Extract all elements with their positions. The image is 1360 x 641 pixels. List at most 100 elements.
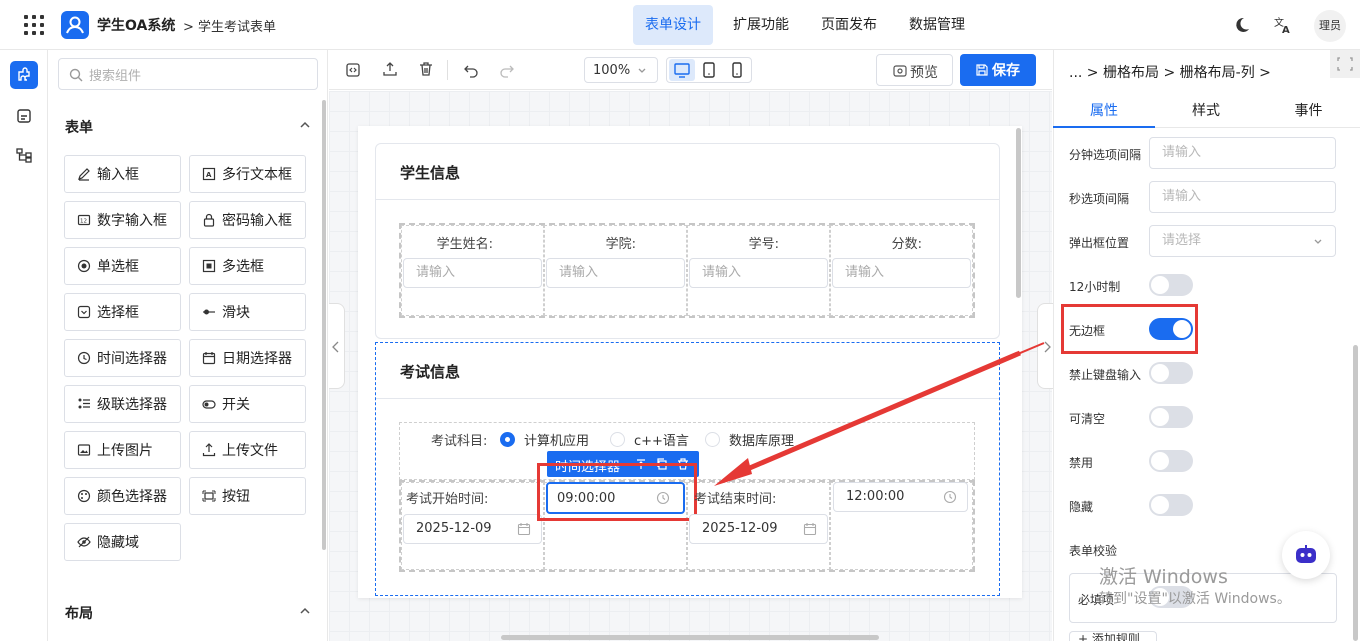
add-rule-button[interactable]: + 添加规则 <box>1069 631 1157 641</box>
property-scrollbar[interactable] <box>1353 345 1358 641</box>
clock-icon <box>656 491 670 505</box>
radio-label: c++语言 <box>634 434 689 449</box>
component-item[interactable]: 单选框 <box>64 247 181 285</box>
translate-icon[interactable]: 文A <box>1273 15 1293 35</box>
start-time-label: 考试开始时间: <box>406 492 489 507</box>
property-switch[interactable] <box>1149 406 1193 428</box>
property-switch[interactable] <box>1149 494 1193 516</box>
component-label: 密码输入框 <box>222 213 292 229</box>
user-avatar[interactable]: 理员 <box>1314 10 1346 42</box>
save-button[interactable]: 保存 <box>960 54 1036 86</box>
textarea-icon: A <box>202 167 216 181</box>
assistant-bot-icon[interactable] <box>1282 531 1330 579</box>
radio-label: 数据库原理 <box>729 434 795 449</box>
dark-mode-moon-icon[interactable] <box>1232 15 1252 35</box>
radio-icon <box>77 259 91 273</box>
component-item[interactable]: 密码输入框 <box>189 201 306 239</box>
mobile-view-icon[interactable] <box>726 59 748 81</box>
minute-step-input[interactable]: 请输入 <box>1149 137 1336 169</box>
component-item[interactable]: A 多行文本框 <box>189 155 306 193</box>
redo-icon[interactable] <box>499 62 515 78</box>
component-item[interactable]: 输入框 <box>64 155 181 193</box>
component-item[interactable]: 选择框 <box>64 293 181 331</box>
collapse-right-panel-button[interactable] <box>1037 303 1053 389</box>
form-section-title: 表单 <box>65 120 93 136</box>
collapse-left-panel-button[interactable] <box>329 303 345 389</box>
component-label: 颜色选择器 <box>97 489 167 505</box>
start-time-picker[interactable]: 09:00:00 <box>546 482 685 514</box>
tablet-view-icon[interactable] <box>698 59 720 81</box>
delete-icon[interactable] <box>418 61 434 77</box>
active-tab-indicator <box>1053 126 1155 128</box>
tab-properties[interactable]: 属性 <box>1053 100 1155 120</box>
collapse-layout-chevron-icon[interactable] <box>298 604 312 618</box>
eye-icon <box>893 65 907 77</box>
nav-form-design[interactable]: 表单设计 <box>633 5 713 45</box>
app-name: 学生OA系统 <box>97 18 176 34</box>
component-item[interactable]: 12 数字输入框 <box>64 201 181 239</box>
component-item[interactable]: 隐藏域 <box>64 523 181 561</box>
nav-page-publish[interactable]: 页面发布 <box>809 5 889 45</box>
field-input[interactable]: 请输入 <box>403 258 542 288</box>
property-breadcrumb[interactable]: ... > 栅格布局 > 栅格布局-列 > <box>1069 62 1271 82</box>
zoom-select[interactable]: 100% <box>584 57 658 83</box>
number-icon: 12 <box>77 214 91 226</box>
field-label: 分数: <box>891 237 922 252</box>
component-item[interactable]: 时间选择器 <box>64 339 181 377</box>
end-time-picker[interactable]: 12:00:00 <box>833 482 968 512</box>
second-step-input[interactable]: 请输入 <box>1149 181 1336 213</box>
apps-grid-icon[interactable] <box>24 15 44 35</box>
component-panel-scrollbar[interactable] <box>322 100 326 550</box>
canvas-horizontal-scrollbar[interactable] <box>501 635 879 640</box>
tab-events[interactable]: 事件 <box>1257 100 1360 120</box>
component-item[interactable]: 级联选择器 <box>64 385 181 423</box>
exam-info-title: 考试信息 <box>400 363 461 381</box>
end-date-picker[interactable]: 2025-12-09 <box>689 514 828 544</box>
subject-radio-option[interactable]: 数据库原理 <box>705 430 794 449</box>
component-item[interactable]: 日期选择器 <box>189 339 306 377</box>
property-switch[interactable] <box>1149 274 1193 296</box>
outline-tree-icon[interactable] <box>10 141 38 169</box>
switch-label: 12小时制 <box>1069 280 1121 294</box>
image-icon <box>77 444 91 456</box>
component-item[interactable]: 按钮 <box>189 477 306 515</box>
desktop-view-icon[interactable] <box>669 59 695 81</box>
start-date-picker[interactable]: 2025-12-09 <box>403 514 542 544</box>
highlight-box-borderless <box>1061 304 1198 354</box>
component-item[interactable]: 上传文件 <box>189 431 306 469</box>
popup-position-select[interactable]: 请选择 <box>1149 225 1336 257</box>
component-label: 数字输入框 <box>97 213 167 229</box>
preview-button[interactable]: 预览 <box>876 54 953 86</box>
component-label: 多行文本框 <box>222 167 292 183</box>
field-input[interactable]: 请输入 <box>689 258 828 288</box>
component-item[interactable]: 开关 <box>189 385 306 423</box>
tab-styles[interactable]: 样式 <box>1155 100 1257 120</box>
code-source-icon[interactable] <box>10 102 38 130</box>
calendar-icon <box>202 352 216 365</box>
radio-label: 计算机应用 <box>524 434 590 449</box>
component-item[interactable]: 上传图片 <box>64 431 181 469</box>
property-switch[interactable] <box>1149 362 1193 384</box>
nav-extensions[interactable]: 扩展功能 <box>721 5 801 45</box>
component-item[interactable]: 多选框 <box>189 247 306 285</box>
component-search-input[interactable]: 搜索组件 <box>58 58 318 90</box>
field-input[interactable]: 请输入 <box>546 258 685 288</box>
nav-data-management[interactable]: 数据管理 <box>897 5 977 45</box>
field-input[interactable]: 请输入 <box>832 258 971 288</box>
subject-radio-option[interactable]: c++语言 <box>610 430 689 449</box>
canvas-scrollbar[interactable] <box>1016 128 1021 298</box>
field-label: 学号: <box>748 237 779 252</box>
switch-icon <box>202 400 216 409</box>
export-icon[interactable] <box>382 61 398 77</box>
component-item[interactable]: 颜色选择器 <box>64 477 181 515</box>
field-label: 学生姓名: <box>436 237 493 252</box>
component-item[interactable]: 滑块 <box>189 293 306 331</box>
breadcrumb[interactable]: > 学生考试表单 <box>183 16 276 35</box>
subject-radio-option[interactable]: 计算机应用 <box>500 430 589 449</box>
undo-icon[interactable] <box>463 62 479 78</box>
fullscreen-icon[interactable] <box>1330 50 1360 78</box>
components-tab-icon[interactable] <box>10 61 38 89</box>
collapse-form-chevron-icon[interactable] <box>298 118 312 132</box>
property-switch[interactable] <box>1149 450 1193 472</box>
code-view-icon[interactable] <box>345 62 361 78</box>
